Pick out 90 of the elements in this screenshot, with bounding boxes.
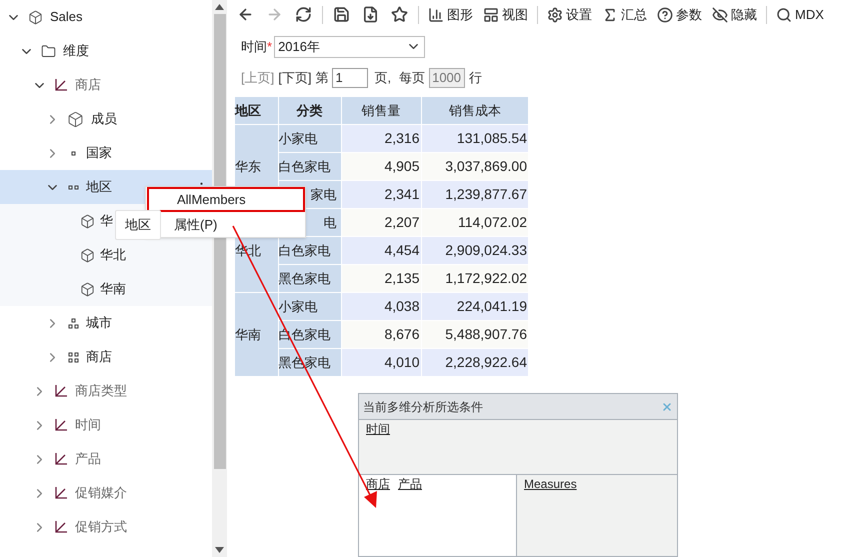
toolbar-button[interactable]: 视图 — [478, 4, 533, 24]
tree-item[interactable]: 国家 — [0, 136, 212, 170]
table-cell: 黑色家电 — [278, 264, 341, 293]
search-icon — [776, 6, 792, 23]
folder-icon — [41, 44, 56, 58]
page-unit: 页, — [374, 69, 392, 88]
page-label: 第 — [315, 69, 328, 88]
tree-item[interactable]: 时间 — [0, 408, 212, 442]
row-link[interactable]: 产品 — [398, 475, 422, 494]
table-cell: 白色家电 — [278, 236, 341, 265]
toolbar-button[interactable]: MDX — [771, 4, 829, 24]
tree-item[interactable]: 商店 — [0, 68, 212, 102]
filter-label: 时间* — [241, 38, 272, 56]
axis-icon — [54, 384, 68, 398]
table-cell: 小家电 — [278, 124, 341, 153]
prev-page-link[interactable]: [上页] — [241, 68, 274, 88]
table-cell: 4,905 — [341, 152, 421, 181]
tree-item[interactable]: 维度 — [0, 34, 212, 68]
table-cell: 8,676 — [341, 320, 421, 349]
scroll-down-icon[interactable] — [215, 547, 224, 553]
page-field[interactable]: 1 — [332, 68, 368, 88]
cube-icon — [80, 214, 95, 228]
level-icon — [67, 351, 79, 363]
table-cell: 2,207 — [341, 208, 421, 237]
per-page-label: 每页 — [399, 69, 426, 88]
table-cell: 小家电 — [278, 292, 341, 321]
axis-icon — [54, 452, 68, 466]
tree-item[interactable]: 促销媒介 — [0, 476, 212, 510]
year-dropdown[interactable]: 2016年 — [274, 36, 426, 58]
tree-item[interactable]: 成员 — [0, 102, 212, 136]
cube-icon — [80, 248, 95, 262]
layout-icon — [483, 6, 499, 23]
row-link[interactable]: 商店 — [366, 475, 390, 494]
table-cell: 4,010 — [341, 348, 421, 377]
table-cell: 224,041.19 — [421, 292, 528, 321]
save-as-icon[interactable] — [362, 6, 379, 24]
table-cell: 2,135 — [341, 264, 421, 293]
refresh-icon[interactable] — [295, 6, 312, 24]
toolbar-button[interactable]: 隐藏 — [707, 4, 762, 24]
tree-item[interactable]: 促销方式 — [0, 510, 212, 544]
menu-item[interactable]: AllMembers — [147, 187, 305, 212]
axis-icon — [54, 520, 68, 534]
tree-item[interactable]: 商店类型 — [0, 374, 212, 408]
tree-item[interactable]: 城市 — [0, 306, 212, 340]
table-cell: 2,341 — [341, 180, 421, 209]
cube-icon — [67, 110, 84, 128]
table-cell: 4,038 — [341, 292, 421, 321]
tooltip: 地区 — [115, 210, 161, 240]
eye-off-icon — [712, 6, 728, 23]
table-cell: 5,488,907.76 — [421, 320, 528, 349]
per-page-field[interactable]: 1000 — [429, 68, 466, 88]
table-cell: 3,037,869.00 — [421, 152, 528, 181]
filter-link[interactable]: 时间 — [366, 420, 390, 438]
tree-item[interactable]: 商店 — [0, 340, 212, 374]
table-cell: 2,316 — [341, 124, 421, 153]
table-cell: 1,239,877.67 — [421, 180, 528, 209]
close-icon[interactable] — [661, 400, 673, 413]
table-cell: 白色家电 — [278, 152, 341, 181]
scroll-up-icon[interactable] — [215, 4, 224, 10]
axis-icon — [54, 486, 68, 500]
panel-title: 当前多维分析所选条件 — [363, 398, 483, 416]
table-cell: 2,909,024.33 — [421, 236, 528, 265]
tree-item[interactable]: 华北 — [0, 238, 212, 272]
toolbar-button[interactable]: 设置 — [542, 4, 597, 24]
bar-chart-icon — [428, 6, 444, 23]
column-link[interactable]: Measures — [524, 475, 577, 494]
cube-icon — [80, 282, 95, 296]
toolbar-button[interactable]: 图形 — [423, 4, 478, 24]
cube-icon — [28, 10, 43, 24]
save-icon[interactable] — [333, 6, 350, 24]
back-icon[interactable] — [237, 6, 254, 24]
table-cell: 4,454 — [341, 236, 421, 265]
axis-icon — [54, 78, 68, 92]
star-icon[interactable] — [391, 6, 408, 24]
help-icon — [657, 6, 673, 23]
table-cell: 114,072.02 — [421, 208, 528, 237]
toolbar-button[interactable]: 参数 — [652, 4, 707, 24]
toolbar-button[interactable]: 汇总 — [597, 4, 652, 24]
next-page-link[interactable]: [下页] — [278, 68, 312, 88]
rows-unit: 行 — [469, 69, 482, 88]
table-cell: 1,172,922.02 — [421, 264, 528, 293]
settings-icon — [547, 6, 563, 23]
table-cell: 2,228,922.64 — [421, 348, 528, 377]
table-cell: 华南 — [235, 292, 278, 377]
tree-item[interactable]: 华南 — [0, 272, 212, 306]
level-icon — [67, 317, 79, 329]
tree-item[interactable]: 产品 — [0, 442, 212, 476]
tree-item[interactable]: Sales — [0, 0, 212, 34]
axis-icon — [54, 418, 68, 432]
table-cell: 131,085.54 — [421, 124, 528, 153]
